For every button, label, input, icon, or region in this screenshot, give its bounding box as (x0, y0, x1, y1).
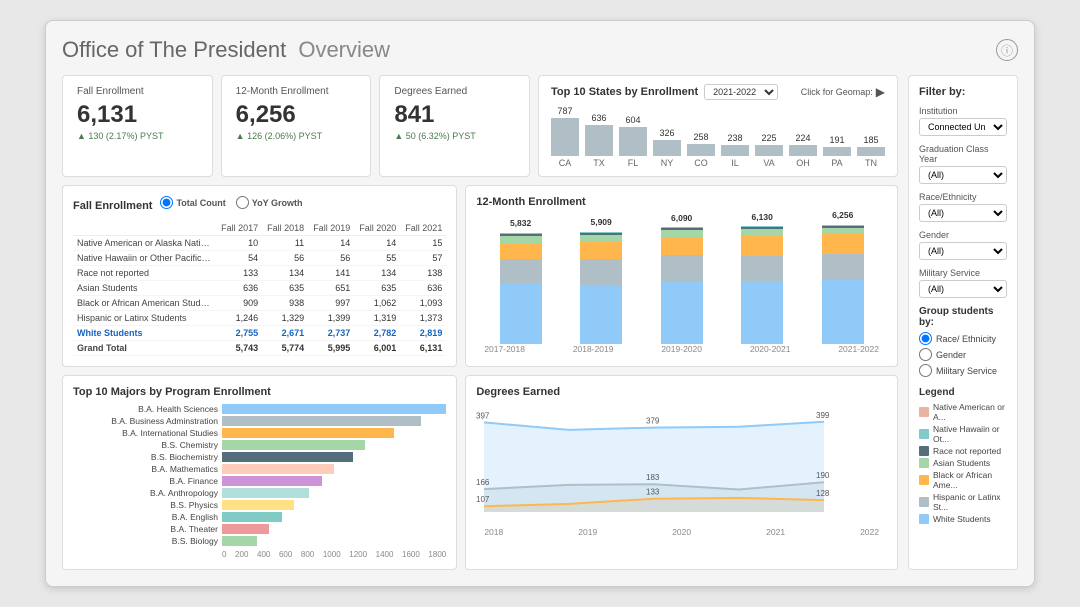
fall-enrollment-card: Fall Enrollment Total Count YoY Growth F… (62, 185, 457, 367)
major-bar-row: B.A. Business Adminstration (73, 416, 446, 426)
top-states-card: Top 10 States by Enrollment 2021-2022 Cl… (538, 75, 898, 177)
degrees-chart: 397379399166183190107133128 201820192020… (476, 404, 887, 537)
major-bar-row: B.A. International Studies (73, 428, 446, 438)
major-bar-row: B.A. Finance (73, 476, 446, 486)
svg-text:399: 399 (816, 411, 830, 420)
svg-text:128: 128 (816, 489, 830, 498)
state-bar-group: 224OH (789, 133, 817, 168)
group-radio-military[interactable]: Military Service (919, 364, 1007, 377)
state-bar-group: 636TX (585, 113, 613, 168)
state-bar-group: 185TN (857, 135, 885, 168)
svg-text:133: 133 (646, 488, 660, 497)
military-select[interactable]: (All) (919, 280, 1007, 298)
major-bar-row: B.A. Theater (73, 524, 446, 534)
major-bar-row: B.S. Biochemistry (73, 452, 446, 462)
svg-text:379: 379 (646, 417, 660, 426)
state-bar-group: 191PA (823, 135, 851, 168)
state-bar-group: 225VA (755, 133, 783, 168)
states-year-dropdown[interactable]: 2021-2022 (704, 84, 778, 100)
graduation-filter: Graduation Class Year (All) (919, 144, 1007, 184)
svg-text:397: 397 (476, 411, 490, 420)
major-bar-row: B.S. Physics (73, 500, 446, 510)
svg-text:107: 107 (476, 495, 490, 504)
bar-group: 6,130 (741, 212, 783, 344)
legend-item: Race not reported (919, 446, 1007, 456)
institution-filter: Institution Connected University (919, 106, 1007, 136)
legend-item: Hispanic or Latinx St... (919, 492, 1007, 512)
month12-enrollment-stat: 12-Month Enrollment 6,256 ▲ 126 (2.06%) … (221, 75, 372, 177)
degrees-svg: 397 379 399 166 183 190 107 133 128 (476, 404, 887, 524)
bar-group: 6,256 (822, 210, 864, 344)
fall-enrollment-stat: Fall Enrollment 6,131 ▲ 130 (2.17%) PYST (62, 75, 213, 177)
info-icon[interactable]: ⓘ (996, 39, 1018, 61)
graduation-select[interactable]: (All) (919, 166, 1007, 184)
enrollment-table: Fall 2017Fall 2018Fall 2019Fall 2020Fall… (73, 221, 446, 356)
top-majors-card: Top 10 Majors by Program Enrollment B.A.… (62, 375, 457, 570)
svg-text:166: 166 (476, 478, 490, 487)
group-radio-race[interactable]: Race/ Ethnicity (919, 332, 1007, 345)
gender-select[interactable]: (All) (919, 242, 1007, 260)
legend-item: White Students (919, 514, 1007, 524)
bar-group: 5,832 (500, 218, 542, 344)
svg-text:183: 183 (646, 473, 660, 482)
major-bar-row: B.A. Health Sciences (73, 404, 446, 414)
institution-select[interactable]: Connected University (919, 118, 1007, 136)
top-row: Fall Enrollment 6,131 ▲ 130 (2.17%) PYST… (62, 75, 898, 177)
major-bar-row: B.S. Biology (73, 536, 446, 546)
major-bar-row: B.A. Mathematics (73, 464, 446, 474)
legend-items: Native American or A...Native Hawaiin or… (919, 402, 1007, 524)
group-radio-gender[interactable]: Gender (919, 348, 1007, 361)
filter-panel: Filter by: Institution Connected Univers… (908, 75, 1018, 570)
legend-item: Asian Students (919, 458, 1007, 468)
svg-text:190: 190 (816, 471, 830, 480)
bar-group: 5,909 (580, 217, 622, 344)
dashboard: Office of The President Overview ⓘ Fall … (45, 20, 1035, 587)
major-bar-row: B.A. English (73, 512, 446, 522)
header: Office of The President Overview ⓘ (62, 37, 1018, 63)
gender-filter: Gender (All) (919, 230, 1007, 260)
major-bar-row: B.A. Anthropology (73, 488, 446, 498)
page-title: Office of The President Overview (62, 37, 390, 63)
state-bar-group: 326NY (653, 128, 681, 168)
month12-chart: 5,8325,9096,0906,1306,256 (476, 214, 887, 344)
main-content: Fall Enrollment 6,131 ▲ 130 (2.17%) PYST… (62, 75, 1018, 570)
state-bar-group: 787CA (551, 106, 579, 168)
bottom-row: Top 10 Majors by Program Enrollment B.A.… (62, 375, 898, 570)
legend-item: Black or African Ame... (919, 470, 1007, 490)
states-bars: 787CA636TX604FL326NY258CO238IL225VA224OH… (551, 106, 885, 168)
majors-chart: B.A. Health Sciences B.A. Business Admins… (73, 404, 446, 559)
legend-item: Native Hawaiin or Ot... (919, 424, 1007, 444)
left-panel: Fall Enrollment 6,131 ▲ 130 (2.17%) PYST… (62, 75, 898, 570)
middle-row: Fall Enrollment Total Count YoY Growth F… (62, 185, 898, 367)
state-bar-group: 604FL (619, 115, 647, 168)
state-bar-group: 258CO (687, 132, 715, 168)
geomap-link[interactable]: Click for Geomap: ▶ (801, 85, 885, 99)
month12-chart-card: 12-Month Enrollment 5,8325,9096,0906,130… (465, 185, 898, 367)
military-filter: Military Service (All) (919, 268, 1007, 298)
race-select[interactable]: (All) (919, 204, 1007, 222)
degrees-earned-card: Degrees Earned 3973793991661831901071331… (465, 375, 898, 570)
major-bar-row: B.S. Chemistry (73, 440, 446, 450)
state-bar-group: 238IL (721, 133, 749, 168)
enrollment-radio-group: Total Count YoY Growth (160, 196, 302, 209)
bar-group: 6,090 (661, 213, 703, 344)
race-filter: Race/Ethnicity (All) (919, 192, 1007, 222)
legend-item: Native American or A... (919, 402, 1007, 422)
degrees-earned-stat: Degrees Earned 841 ▲ 50 (6.32%) PYST (379, 75, 530, 177)
